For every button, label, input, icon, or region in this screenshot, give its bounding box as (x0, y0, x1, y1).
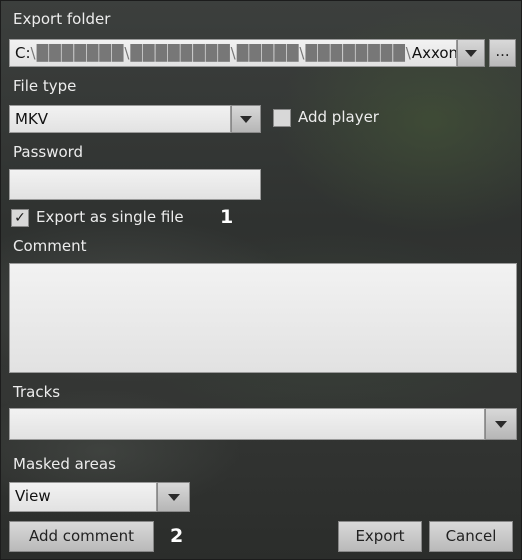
chevron-down-icon (495, 420, 507, 428)
chevron-down-icon (167, 493, 180, 501)
file-type-label: File type (13, 77, 77, 95)
masked-areas-label: Masked areas (13, 455, 116, 473)
browse-folder-button[interactable]: ... (489, 39, 516, 67)
chevron-down-icon (465, 49, 477, 57)
export-folder-path-suffix: Axxon (411, 44, 457, 62)
password-input[interactable] (9, 169, 261, 200)
add-comment-button[interactable]: Add comment (9, 521, 154, 552)
tracks-dropdown-button[interactable] (485, 408, 517, 440)
export-button[interactable]: Export (338, 521, 422, 552)
export-folder-dropdown-button[interactable] (457, 39, 485, 67)
file-type-select[interactable]: MKV (9, 105, 231, 133)
export-folder-path-prefix: C: (15, 44, 31, 62)
add-player-checkbox[interactable] (273, 109, 291, 127)
export-folder-path-obscured: \███████\████████\█████\████████\ (30, 44, 412, 62)
callout-number-1: 1 (220, 206, 234, 228)
chevron-down-icon (240, 115, 252, 123)
password-label: Password (13, 143, 84, 161)
comment-label: Comment (13, 237, 87, 255)
callout-number-2: 2 (170, 525, 184, 547)
checkmark-icon: ✓ (14, 210, 26, 226)
cancel-button[interactable]: Cancel (429, 521, 513, 552)
masked-areas-dropdown-button[interactable] (157, 482, 190, 512)
export-folder-label: Export folder (13, 10, 111, 28)
masked-areas-select[interactable]: View (9, 482, 157, 512)
export-dialog: Export folder C:\███████\████████\█████\… (0, 0, 522, 560)
tracks-label: Tracks (13, 383, 61, 401)
export-folder-field[interactable]: C:\███████\████████\█████\████████\Axxon (9, 39, 457, 67)
single-file-checkbox[interactable]: ✓ (11, 209, 29, 227)
tracks-select[interactable] (9, 408, 485, 440)
single-file-label: Export as single file (36, 208, 184, 226)
comment-textarea[interactable] (9, 263, 517, 373)
add-player-label: Add player (298, 108, 379, 126)
file-type-dropdown-button[interactable] (231, 105, 261, 133)
